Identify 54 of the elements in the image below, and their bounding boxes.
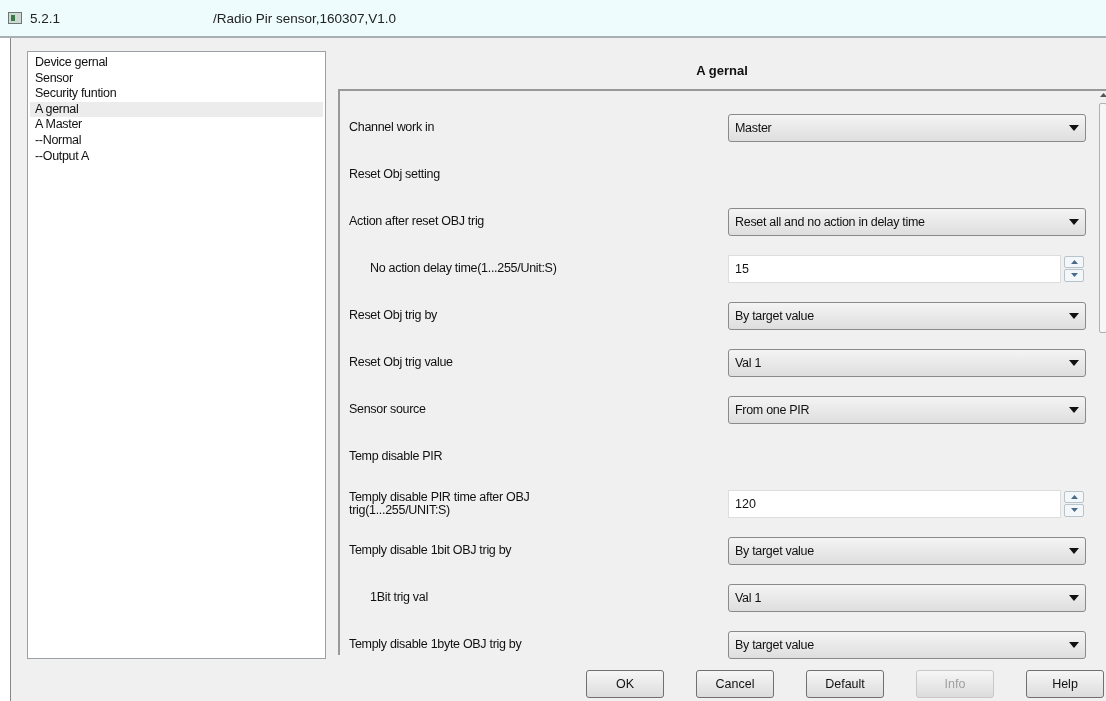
number-field[interactable]: 15 — [728, 254, 1061, 283]
dropdown-arrow-icon — [1069, 594, 1079, 601]
list-item[interactable]: --Output A — [30, 148, 323, 165]
parameter-label: Sensor source — [349, 403, 427, 416]
dropdown[interactable]: Master — [728, 113, 1086, 142]
list-item[interactable]: Security funtion — [30, 86, 323, 102]
dropdown[interactable]: Val 1 — [728, 583, 1086, 612]
list-item[interactable]: A gernal — [30, 101, 323, 118]
dropdown[interactable]: Reset all and no action in delay time — [728, 207, 1086, 236]
dropdown[interactable]: By target value — [728, 301, 1086, 330]
dialog-button[interactable]: Default — [806, 670, 884, 698]
dropdown-arrow-icon — [1069, 641, 1079, 648]
spin-up-button[interactable] — [1064, 490, 1084, 503]
down-arrow-icon — [1070, 508, 1078, 513]
window-title: 5.2.1 — [30, 10, 62, 26]
parameter-label: Temply disable PIR time after OBJ trig(1...255/UNIT:S) — [349, 490, 531, 517]
panel-title: A gernal — [696, 62, 748, 78]
dropdown[interactable]: By target value — [728, 536, 1086, 565]
window-title: /Radio Pir sensor,160307,V1.0 — [213, 10, 397, 26]
dropdown-arrow-icon — [1069, 359, 1079, 366]
up-arrow-icon — [1070, 494, 1078, 499]
parameter-label: No action delay time(1...255/Unit:S) — [370, 262, 558, 275]
parameter-label: Temply disable 1byte OBJ trig by — [349, 638, 523, 651]
dropdown-arrow-icon — [1069, 124, 1079, 131]
section-label: Reset Obj setting — [349, 168, 441, 181]
dropdown[interactable]: By target value — [728, 630, 1086, 659]
dialog-button[interactable]: Help — [1026, 670, 1104, 698]
list-item[interactable]: Device gernal — [30, 55, 323, 71]
dropdown[interactable]: From one PIR — [728, 395, 1086, 424]
section-label: Temp disable PIR — [349, 450, 444, 463]
dropdown-arrow-icon — [1069, 547, 1079, 554]
parameter-label: 1Bit trig val — [370, 591, 429, 604]
dropdown-arrow-icon — [1069, 406, 1079, 413]
list-item[interactable]: A Master — [30, 117, 323, 133]
number-field[interactable]: 120 — [728, 489, 1061, 518]
dialog-button[interactable]: Cancel — [696, 670, 774, 698]
up-arrow-icon — [1099, 93, 1106, 97]
list-item[interactable]: Sensor — [30, 70, 323, 87]
dropdown-arrow-icon — [1069, 218, 1079, 225]
parameter-label: Action after reset OBJ trig — [349, 215, 485, 228]
dialog-button[interactable]: OK — [586, 670, 664, 698]
app-icon — [8, 12, 22, 24]
parameter-label: Temply disable 1bit OBJ trig by — [349, 544, 513, 557]
dropdown-arrow-icon — [1069, 312, 1079, 319]
spin-up-button[interactable] — [1064, 255, 1084, 268]
spin-down-button[interactable] — [1064, 504, 1084, 517]
up-arrow-icon — [1070, 259, 1078, 264]
spin-down-button[interactable] — [1064, 269, 1084, 282]
parameter-label: Reset Obj trig by — [349, 309, 438, 322]
dropdown[interactable]: Val 1 — [728, 348, 1086, 377]
down-arrow-icon — [1070, 273, 1078, 278]
parameter-label: Reset Obj trig value — [349, 356, 454, 369]
parameter-label: Channel work in — [349, 121, 436, 134]
list-item[interactable]: --Normal — [30, 132, 323, 149]
